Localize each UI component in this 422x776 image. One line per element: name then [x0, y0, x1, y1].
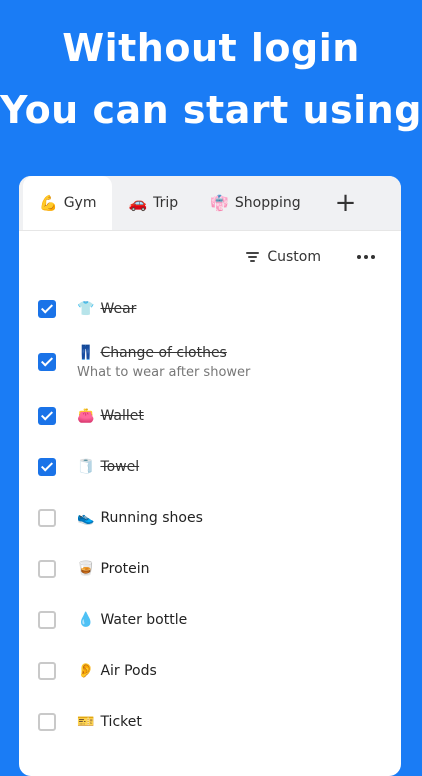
list-toolbar: Custom	[19, 231, 401, 283]
kimono-icon: 👘	[210, 194, 229, 212]
droplet-icon: 💧	[77, 611, 95, 628]
dot-icon	[371, 255, 375, 259]
list-item: 👛 Wallet	[19, 390, 401, 441]
list-item: 👖 Change of clothes What to wear after s…	[19, 334, 401, 390]
list-item: 🥃 Protein	[19, 543, 401, 594]
list-item: 👟 Running shoes	[19, 492, 401, 543]
more-options-button[interactable]	[353, 251, 379, 263]
item-label[interactable]: Wallet	[100, 408, 143, 424]
list-item: 🧻 Towel	[19, 441, 401, 492]
dot-icon	[364, 255, 368, 259]
checklist-card: 💪 Gym 🚗 Trip 👘 Shopping + Custom 👕 Wear …	[19, 176, 401, 776]
item-label[interactable]: Wear	[100, 301, 136, 317]
towel-icon: 🧻	[77, 458, 95, 475]
ticket-icon: 🎫	[77, 713, 95, 730]
filter-icon	[246, 252, 260, 262]
tab-trip[interactable]: 🚗 Trip	[112, 176, 194, 230]
list-item: 💧 Water bottle	[19, 594, 401, 645]
checkbox[interactable]	[38, 299, 56, 318]
tab-gym[interactable]: 💪 Gym	[23, 176, 113, 230]
list-item: 👂 Air Pods	[19, 645, 401, 696]
headline-line-1: Without login	[62, 26, 360, 70]
add-tab-button[interactable]: +	[317, 176, 375, 230]
running-shoe-icon: 👟	[77, 509, 95, 526]
item-label[interactable]: Towel	[100, 459, 139, 475]
list-item: 🎫 Ticket	[19, 696, 401, 747]
sort-button[interactable]: Custom	[246, 249, 321, 265]
checkbox[interactable]	[38, 406, 56, 425]
car-icon: 🚗	[128, 194, 148, 212]
checkbox[interactable]	[38, 661, 56, 680]
purse-icon: 👛	[77, 407, 95, 424]
checkbox[interactable]	[38, 610, 56, 629]
flexed-biceps-icon: 💪	[39, 194, 58, 212]
item-note: What to wear after shower	[77, 364, 251, 380]
item-label[interactable]: Protein	[100, 561, 149, 577]
shirt-icon: 👕	[77, 300, 95, 317]
checkbox[interactable]	[38, 559, 56, 578]
list-item: 👕 Wear	[19, 283, 401, 334]
tab-bar: 💪 Gym 🚗 Trip 👘 Shopping +	[19, 176, 401, 231]
ear-icon: 👂	[77, 662, 95, 679]
tab-label: Trip	[153, 195, 179, 211]
checklist: 👕 Wear 👖 Change of clothes What to wear …	[19, 283, 401, 747]
dot-icon	[357, 255, 361, 259]
item-label[interactable]: Air Pods	[100, 663, 156, 679]
headline-line-2: You can start using	[0, 88, 422, 132]
item-label[interactable]: Water bottle	[100, 612, 187, 628]
tab-shopping[interactable]: 👘 Shopping	[194, 176, 316, 230]
item-label[interactable]: Change of clothes	[100, 345, 226, 361]
checkbox[interactable]	[38, 508, 56, 527]
checkbox[interactable]	[38, 712, 56, 731]
tab-label: Shopping	[234, 195, 301, 211]
glass-icon: 🥃	[77, 560, 95, 577]
item-label[interactable]: Ticket	[100, 714, 141, 730]
item-label[interactable]: Running shoes	[100, 510, 202, 526]
sort-label: Custom	[267, 249, 321, 265]
checkbox[interactable]	[38, 353, 56, 371]
checkbox[interactable]	[38, 457, 56, 476]
jeans-icon: 👖	[77, 344, 95, 361]
tab-label: Gym	[63, 195, 97, 211]
